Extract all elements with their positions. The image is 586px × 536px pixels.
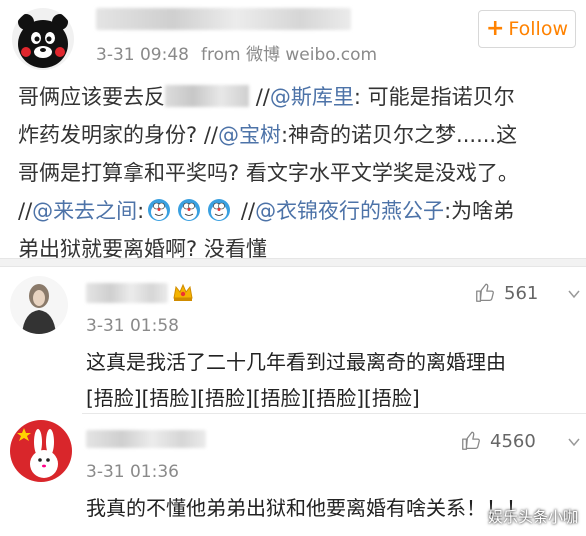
doraemon-emoji-icon bbox=[178, 199, 201, 221]
post-text: 哥俩应该要去反 //@斯库里: 可能是指诺贝尔 炸药发明家的身份? //@宝树:… bbox=[18, 78, 573, 268]
chevron-down-icon[interactable] bbox=[567, 435, 581, 449]
blurred-username bbox=[96, 8, 351, 30]
like-count: 561 bbox=[504, 282, 539, 304]
like-button[interactable]: 4560 bbox=[460, 430, 536, 452]
comment-timestamp: 3-31 01:58 bbox=[86, 316, 179, 336]
blurred-username bbox=[86, 283, 168, 303]
post-timestamp: 3-31 09:48 bbox=[96, 45, 189, 65]
kumamon-avatar-image bbox=[12, 8, 74, 70]
post-text-line: 哥俩应该要去反 //@斯库里: 可能是指诺贝尔 bbox=[18, 85, 515, 109]
blurred-text bbox=[165, 85, 249, 107]
mention-link[interactable]: @斯库里 bbox=[270, 85, 354, 109]
commenter-avatar[interactable] bbox=[10, 276, 68, 334]
comment-separator bbox=[82, 413, 586, 414]
comment-timestamp: 3-31 01:36 bbox=[86, 462, 179, 482]
doraemon-emoji-icon bbox=[208, 199, 231, 221]
doraemon-emoji-icon bbox=[148, 199, 171, 221]
comment-text: 这真是我活了二十几年看到过最离奇的离婚理由 [捂脸][捂脸][捂脸][捂脸][捂… bbox=[86, 350, 506, 410]
avatar-image bbox=[10, 276, 68, 334]
post-source[interactable]: from 微博 weibo.com bbox=[201, 45, 377, 65]
thumbs-up-icon bbox=[462, 431, 480, 450]
section-divider bbox=[0, 258, 586, 267]
mention-link[interactable]: @衣锦夜行的燕公子 bbox=[255, 199, 444, 223]
blurred-username bbox=[86, 430, 206, 448]
crown-badge-icon bbox=[173, 283, 193, 301]
watermark: 娱乐头条小咖 bbox=[488, 508, 579, 526]
chevron-down-icon[interactable] bbox=[567, 287, 581, 301]
post-text-line: 炸药发明家的身份? //@宝树:神奇的诺贝尔之梦......这 bbox=[18, 123, 518, 147]
like-button[interactable]: 561 bbox=[474, 282, 538, 304]
post-text-line: 哥俩是打算拿和平奖吗? 看文字水平文学奖是没戏了。 bbox=[18, 161, 519, 185]
comment-text: 我真的不懂他弟弟出狱和他要离婚有啥关系！！！ bbox=[86, 496, 526, 520]
post-text-line: //@来去之间: //@衣锦夜行的燕公子:为啥弟 bbox=[18, 199, 515, 223]
avatar-image bbox=[10, 420, 72, 482]
mention-link[interactable]: @来去之间 bbox=[32, 199, 137, 223]
post-meta: 3-31 09:48 from 微博 weibo.com bbox=[96, 40, 377, 65]
follow-label: Follow bbox=[508, 18, 569, 40]
mention-link[interactable]: @宝树 bbox=[218, 123, 281, 147]
plus-icon: + bbox=[485, 16, 505, 41]
commenter-avatar[interactable] bbox=[10, 420, 72, 482]
follow-button[interactable]: + Follow bbox=[478, 10, 576, 48]
weibo-post: 3-31 09:48 from 微博 weibo.com + Follow 哥俩应… bbox=[0, 0, 586, 261]
poster-avatar[interactable] bbox=[12, 8, 74, 70]
thumbs-up-icon bbox=[476, 283, 494, 302]
like-count: 4560 bbox=[490, 430, 536, 452]
